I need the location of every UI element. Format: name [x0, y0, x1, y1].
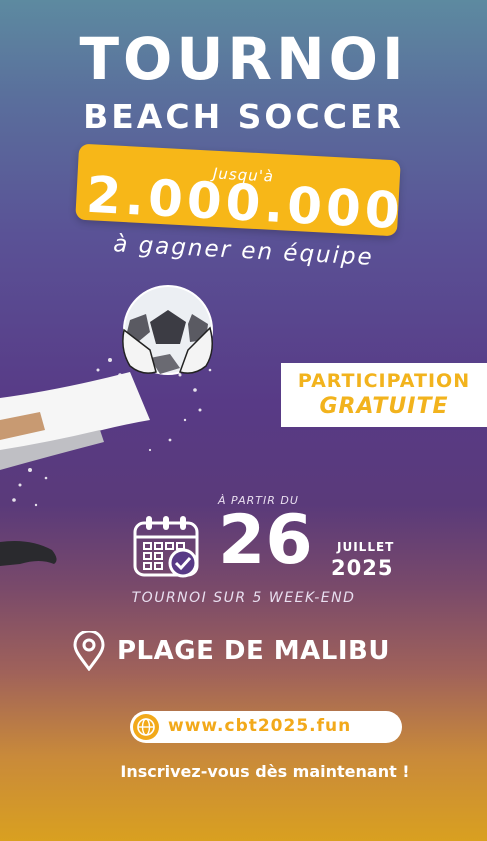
poster-title: TOURNOI [79, 25, 408, 93]
signup-cta: Inscrivez-vous dès maintenant ! [120, 762, 410, 781]
map-pin-icon [73, 631, 105, 671]
website-url[interactable]: www.cbt2025.fun [168, 716, 351, 736]
start-day: 26 [218, 501, 313, 580]
goalkeeper-illustration [0, 285, 213, 566]
start-year: 2025 [331, 556, 394, 580]
participation-label: PARTICIPATION [297, 370, 471, 392]
poster: TOURNOI BEACH SOCCER Jusqu'à 2.000.000 à… [0, 0, 487, 841]
tournament-duration: TOURNOI SUR 5 WEEK-END [131, 590, 356, 606]
location-name: PLAGE DE MALIBU [117, 636, 390, 666]
calendar-check-icon [133, 516, 199, 578]
start-month: JUILLET [337, 540, 395, 554]
poster-subtitle: BEACH SOCCER [83, 97, 404, 136]
free-label: GRATUITE [319, 394, 449, 419]
globe-icon [133, 714, 159, 740]
